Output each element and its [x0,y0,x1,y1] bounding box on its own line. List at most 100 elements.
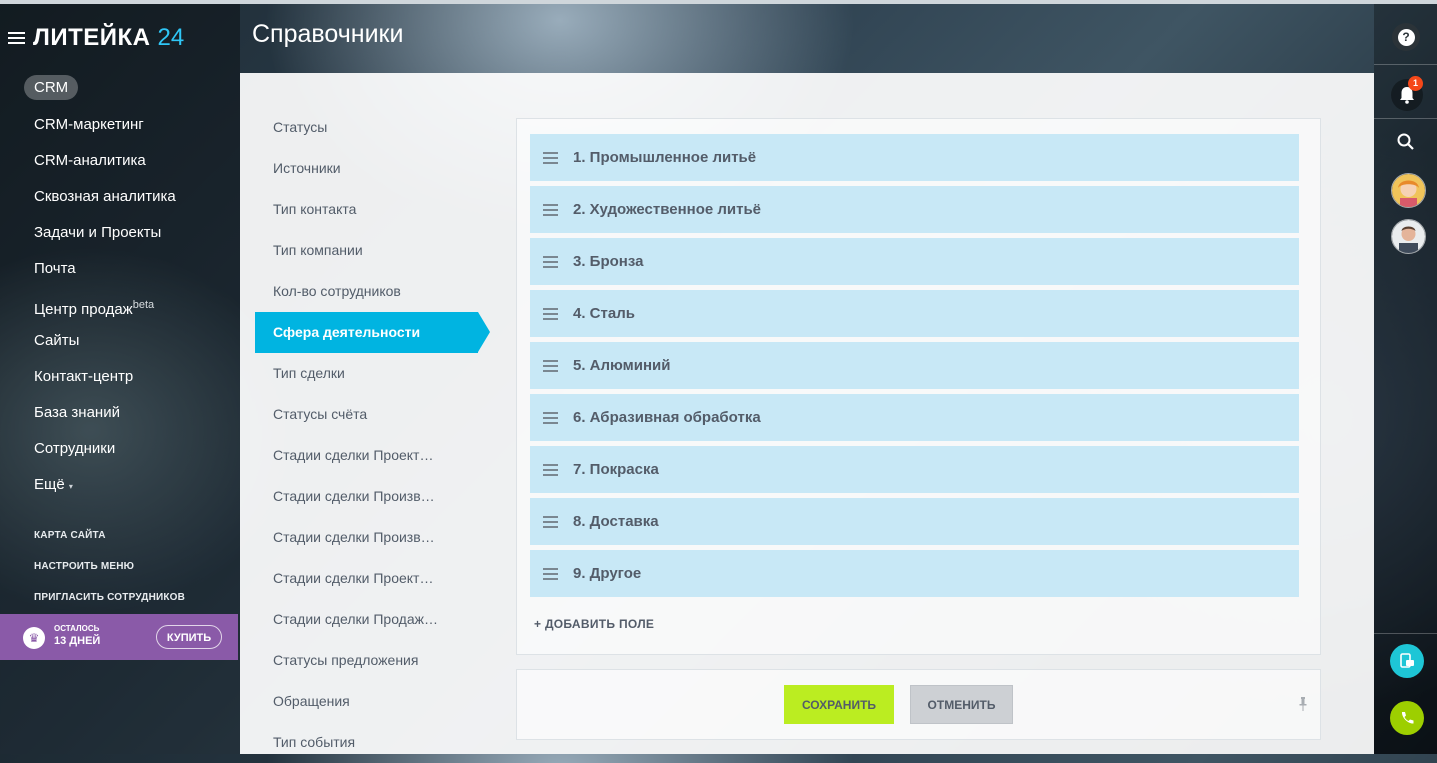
divider [1374,118,1437,119]
drag-handle-icon[interactable] [543,515,558,528]
trial-banner: ♛ ОСТАЛОСЬ 13 ДНЕЙ КУПИТЬ [0,614,238,660]
dictionary-list: 1. Промышленное литьё 2. Художественное … [516,118,1321,655]
dict-nav-item[interactable]: Кол-во сотрудников [240,271,473,312]
dict-nav-item[interactable]: Тип компании [240,230,473,271]
dictionary-nav: Статусы Источники Тип контакта Тип компа… [240,107,490,763]
drag-handle-icon[interactable] [543,203,558,216]
help-icon: ? [1397,28,1415,46]
main-menu-list: CRM-маркетинг CRM-аналитика Сквозная ана… [34,107,176,503]
user-avatar-icon [1392,220,1425,253]
dict-nav-item[interactable]: Статусы предложения [240,640,473,681]
menu-item-label: Центр продаж [34,301,133,318]
dict-nav-item[interactable]: Стадии сделки Произв… [240,517,473,558]
list-item[interactable]: 4. Сталь [530,290,1299,337]
dict-nav-item[interactable]: Тип события [240,722,473,763]
list-item[interactable]: 8. Доставка [530,498,1299,545]
menu-item-more[interactable]: Ещё ▾ [34,467,176,503]
beta-label: beta [132,299,155,311]
call-button[interactable] [1390,701,1424,735]
menu-links: КАРТА САЙТА НАСТРОИТЬ МЕНЮ ПРИГЛАСИТЬ СО… [34,520,185,613]
contact-center-button[interactable] [1390,644,1424,678]
list-item[interactable]: 5. Алюминий [530,342,1299,389]
menu-item[interactable]: Почта [34,251,176,287]
buy-button[interactable]: КУПИТЬ [156,625,222,649]
list-item-label[interactable]: 2. Художественное литьё [573,201,761,218]
list-item[interactable]: 7. Покраска [530,446,1299,493]
list-item-label[interactable]: 9. Другое [573,565,641,582]
list-item-label[interactable]: 8. Доставка [573,513,659,530]
cancel-button[interactable]: ОТМЕНИТЬ [910,685,1013,724]
form-footer: СОХРАНИТЬ ОТМЕНИТЬ [516,669,1321,740]
pin-icon[interactable] [1299,697,1307,711]
notification-badge: 1 [1408,76,1423,91]
search-icon[interactable] [1396,132,1416,152]
menu-item[interactable]: Сотрудники [34,431,176,467]
help-button[interactable]: ? [1392,23,1420,51]
phone-icon [1401,712,1414,724]
drag-handle-icon[interactable] [543,463,558,476]
dict-nav-item[interactable]: Стадии сделки Проект… [240,558,473,599]
divider [1374,633,1437,634]
drag-handle-icon[interactable] [543,567,558,580]
avatar[interactable] [1391,219,1426,254]
list-item-label[interactable]: 3. Бронза [573,253,643,270]
drag-handle-icon[interactable] [543,255,558,268]
crown-icon: ♛ [23,627,45,649]
list-item[interactable]: 2. Художественное литьё [530,186,1299,233]
add-field-button[interactable]: + ДОБАВИТЬ ПОЛЕ [534,617,654,631]
dict-nav-item[interactable]: Тип контакта [240,189,473,230]
left-menu: ЛИТЕЙКА 24 CRM CRM-маркетинг CRM-аналити… [0,4,240,754]
logo-number: 24 [157,24,185,51]
logo-name: ЛИТЕЙКА [33,24,151,51]
menu-item-crm[interactable]: CRM [24,75,79,100]
list-item[interactable]: 9. Другое [530,550,1299,597]
list-item-label[interactable]: 7. Покраска [573,461,659,478]
list-items: 1. Промышленное литьё 2. Художественное … [530,134,1299,602]
dict-nav-item[interactable]: Источники [240,148,473,189]
menu-item[interactable]: Задачи и Проекты [34,215,176,251]
list-item-label[interactable]: 4. Сталь [573,305,635,322]
drag-handle-icon[interactable] [543,307,558,320]
page-title: Справочники [252,20,404,48]
list-item[interactable]: 1. Промышленное литьё [530,134,1299,181]
drag-handle-icon[interactable] [543,411,558,424]
drag-handle-icon[interactable] [543,151,558,164]
dict-nav-item[interactable]: Статусы счёта [240,394,473,435]
menu-item[interactable]: Сайты [34,323,176,359]
menu-item[interactable]: База знаний [34,395,176,431]
menu-item[interactable]: Контакт-центр [34,359,176,395]
menu-item-sales-center[interactable]: Центр продажbeta [34,287,176,323]
menu-item[interactable]: CRM-маркетинг [34,107,176,143]
trial-text: ОСТАЛОСЬ 13 ДНЕЙ [54,624,100,647]
dict-nav-item[interactable]: Стадии сделки Произв… [240,476,473,517]
menu-burger-icon[interactable] [8,32,25,44]
dict-nav-item[interactable]: Статусы [240,107,473,148]
save-button[interactable]: СОХРАНИТЬ [784,685,894,724]
menu-item-label: Ещё [34,476,65,493]
list-item[interactable]: 3. Бронза [530,238,1299,285]
list-item-label[interactable]: 1. Промышленное литьё [573,149,756,166]
menu-item[interactable]: CRM-аналитика [34,143,176,179]
list-item[interactable]: 6. Абразивная обработка [530,394,1299,441]
list-item-label[interactable]: 5. Алюминий [573,357,670,374]
trial-line1: ОСТАЛОСЬ [54,624,100,633]
avatar[interactable] [1391,173,1426,208]
dict-nav-item[interactable]: Стадии сделки Продаж… [240,599,473,640]
logo[interactable]: ЛИТЕЙКА 24 [8,24,184,52]
dict-nav-item-active[interactable]: Сфера деятельности [255,312,490,353]
main-panel: Статусы Источники Тип контакта Тип компа… [240,73,1374,754]
menu-item[interactable]: Сквозная аналитика [34,179,176,215]
user-avatar-icon [1392,174,1425,207]
trial-days-left: 13 ДНЕЙ [54,635,101,647]
invite-employees-link[interactable]: ПРИГЛАСИТЬ СОТРУДНИКОВ [34,582,185,613]
chevron-down-icon: ▾ [68,482,73,491]
list-item-label[interactable]: 6. Абразивная обработка [573,409,761,426]
configure-menu-link[interactable]: НАСТРОИТЬ МЕНЮ [34,551,185,582]
dict-nav-item[interactable]: Обращения [240,681,473,722]
drag-handle-icon[interactable] [543,359,558,372]
chat-icon [1400,653,1414,668]
dict-nav-item[interactable]: Стадии сделки Проект… [240,435,473,476]
sitemap-link[interactable]: КАРТА САЙТА [34,520,185,551]
right-bar: ? 1 [1374,4,1437,754]
dict-nav-item[interactable]: Тип сделки [240,353,473,394]
